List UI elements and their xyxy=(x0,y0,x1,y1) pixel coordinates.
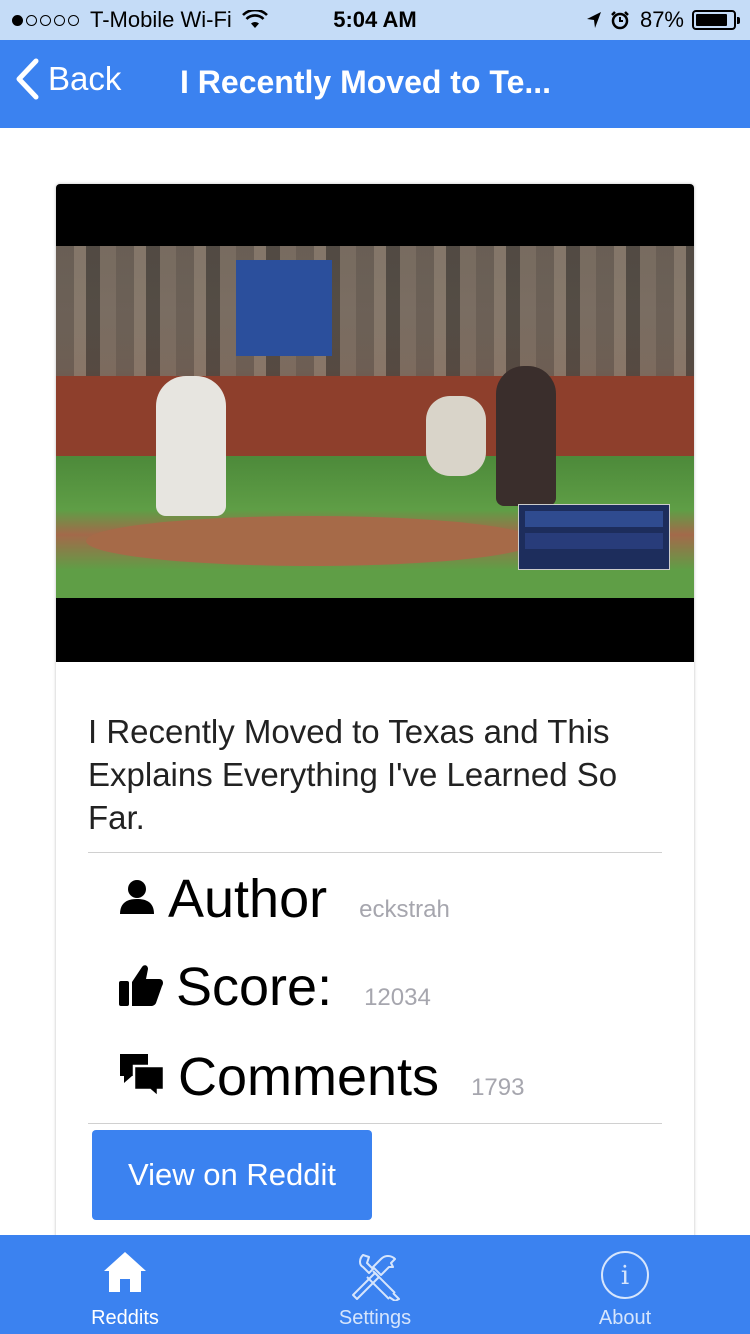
status-right: 87% xyxy=(586,7,740,33)
author-label: Author xyxy=(168,869,328,929)
navigation-bar: Back I Recently Moved to Te... xyxy=(0,40,750,128)
svg-text:i: i xyxy=(621,1261,629,1291)
score-value: 12034 xyxy=(364,984,431,1011)
view-on-reddit-button[interactable]: View on Reddit xyxy=(92,1130,372,1220)
home-icon xyxy=(104,1252,146,1292)
post-title: I Recently Moved to Texas and This Expla… xyxy=(88,713,618,836)
page-title: I Recently Moved to Te... xyxy=(180,64,552,100)
tab-reddits[interactable]: Reddits xyxy=(0,1235,250,1334)
info-icon: i xyxy=(601,1251,649,1299)
chevron-left-icon xyxy=(16,58,39,100)
tab-label-settings: Settings xyxy=(338,1307,412,1329)
tab-label-about: About xyxy=(598,1307,652,1329)
comments-row: Comments 1793 xyxy=(118,1046,524,1108)
location-arrow-icon xyxy=(586,11,602,29)
comments-icon xyxy=(118,1052,166,1103)
comments-value: 1793 xyxy=(471,1074,525,1101)
battery-percent: 87% xyxy=(639,7,684,32)
divider-top xyxy=(88,852,662,853)
user-icon xyxy=(118,878,156,921)
score-label: Score: xyxy=(176,957,333,1017)
tab-settings[interactable]: Settings xyxy=(250,1235,500,1334)
video-thumbnail xyxy=(56,246,694,598)
score-row: Score: 12034 xyxy=(118,956,431,1018)
tab-about[interactable]: i About xyxy=(500,1235,750,1334)
author-row: Author eckstrah xyxy=(118,868,450,930)
status-bar: T-Mobile Wi-Fi 5:04 AM 87% xyxy=(0,0,750,40)
tab-bar: Reddits Settings i About xyxy=(0,1235,750,1334)
video-player[interactable] xyxy=(56,184,694,662)
comments-label: Comments xyxy=(178,1047,440,1107)
alarm-icon xyxy=(610,10,630,30)
battery-icon xyxy=(692,10,740,30)
tab-label-reddits: Reddits xyxy=(91,1307,159,1329)
back-label: Back xyxy=(48,60,122,97)
author-value: eckstrah xyxy=(359,896,450,923)
divider-bottom xyxy=(88,1123,662,1124)
thumbs-up-icon xyxy=(118,963,164,1012)
tools-icon xyxy=(352,1254,400,1301)
back-button[interactable]: Back xyxy=(14,58,121,100)
post-card: I Recently Moved to Texas and This Expla… xyxy=(56,184,694,1264)
